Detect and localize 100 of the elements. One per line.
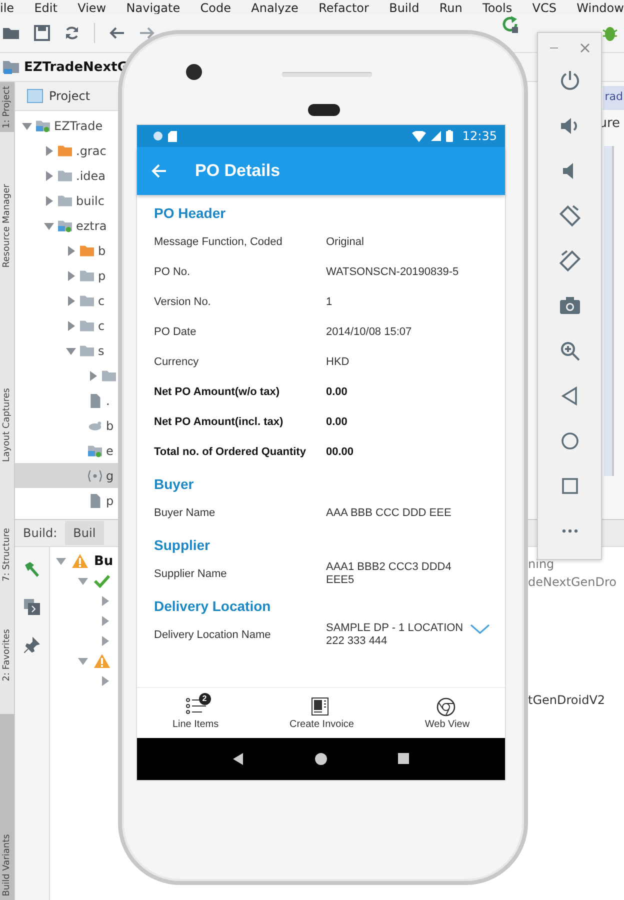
- tree-item[interactable]: p: [15, 488, 118, 513]
- collapse-arrow-icon[interactable]: [44, 170, 54, 180]
- project-breadcrumb[interactable]: EZTradeNextG: [24, 60, 128, 74]
- folder-icon: [58, 168, 72, 182]
- back-icon[interactable]: [232, 753, 244, 765]
- tool-window-tab[interactable]: Build Variants: [0, 714, 14, 900]
- overview-icon[interactable]: [398, 753, 410, 765]
- tool-window-tab[interactable]: Layout Captures: [0, 384, 14, 466]
- menu-item[interactable]: Window: [576, 2, 624, 14]
- tree-item[interactable]: g: [15, 463, 118, 488]
- save-icon[interactable]: [34, 25, 50, 41]
- menu-item[interactable]: Run: [439, 2, 462, 14]
- collapse-arrow-icon[interactable]: [66, 320, 76, 330]
- collapse-arrow-icon[interactable]: [66, 246, 76, 256]
- collapse-arrow-icon[interactable]: [88, 370, 98, 380]
- tree-item[interactable]: p: [15, 263, 118, 288]
- tree-item[interactable]: .idea: [15, 163, 118, 188]
- tree-item[interactable]: s: [15, 338, 118, 363]
- rotate-right-icon[interactable]: [558, 250, 580, 272]
- sync-icon[interactable]: [64, 25, 80, 41]
- field-value: HKD: [326, 356, 350, 368]
- tree-item[interactable]: eztra: [15, 213, 118, 238]
- collapse-arrow-icon[interactable]: [44, 146, 54, 156]
- field-label: Delivery Location Name: [154, 629, 272, 641]
- tree-item[interactable]: b: [15, 413, 118, 438]
- tree-item[interactable]: EZTrade: [15, 113, 118, 138]
- field-value: WATSONSCN-20190839-5: [326, 266, 460, 278]
- battery-icon: [446, 130, 454, 142]
- expand-arrow-icon[interactable]: [66, 346, 76, 356]
- console-icon[interactable]: [24, 599, 40, 615]
- zoom-icon[interactable]: [558, 340, 580, 362]
- tool-window-tab[interactable]: Resource Manager: [0, 180, 14, 272]
- expand-arrow-icon[interactable]: [78, 656, 88, 666]
- field-value: 00.00: [326, 446, 355, 458]
- field-label: Total no. of Ordered Quantity: [154, 446, 307, 458]
- wifi-icon: [412, 130, 426, 142]
- tree-item[interactable]: c: [15, 288, 118, 313]
- tree-item[interactable]: .grac: [15, 138, 118, 163]
- rotate-left-icon[interactable]: [558, 205, 580, 227]
- collapse-arrow-icon[interactable]: [100, 636, 110, 646]
- home-icon[interactable]: [314, 753, 327, 765]
- collapse-arrow-icon[interactable]: [66, 270, 76, 280]
- menu-item[interactable]: Code: [200, 2, 231, 14]
- bottom-nav-item[interactable]: 2 Line Items: [166, 688, 225, 738]
- collapse-arrow-icon[interactable]: [44, 196, 54, 206]
- build-output-line: tGenDroidV2: [528, 693, 606, 709]
- build-tab[interactable]: Build:: [15, 521, 66, 545]
- menu-item[interactable]: View: [78, 2, 106, 14]
- warning-icon: [94, 654, 110, 668]
- menu-item[interactable]: VCS: [532, 2, 556, 14]
- expand-arrow-icon[interactable]: [22, 120, 32, 130]
- folder-icon[interactable]: [2, 25, 20, 41]
- bottom-nav-item[interactable]: Create Invoice: [284, 688, 360, 738]
- tool-window-tab[interactable]: 7: Structure: [0, 524, 14, 586]
- expand-arrow-icon[interactable]: [78, 576, 88, 586]
- tool-window-tab[interactable]: 2: Favorites: [0, 625, 14, 686]
- field-value: SAMPLE DP - 1 LOCATION 222 333 444: [326, 622, 464, 648]
- menu-item[interactable]: Edit: [34, 2, 58, 14]
- bottom-nav-item[interactable]: Web View: [418, 688, 476, 738]
- slider-track[interactable]: [604, 146, 614, 476]
- build-tab[interactable]: Buil: [65, 521, 104, 545]
- rerun-icon[interactable]: [502, 16, 520, 34]
- menu-item[interactable]: Tools: [482, 2, 512, 14]
- field-label: Supplier Name: [154, 568, 228, 580]
- hammer-icon[interactable]: [24, 561, 40, 577]
- close-icon[interactable]: [580, 43, 590, 53]
- chevron-down-icon[interactable]: [470, 624, 490, 634]
- field-label: Net PO Amount(w/o tax): [154, 386, 280, 398]
- tree-item[interactable]: .: [15, 388, 118, 413]
- forward-arrow-icon[interactable]: [139, 26, 155, 40]
- menu-item[interactable]: ile: [0, 2, 14, 14]
- folder-icon: [88, 444, 102, 458]
- view-selector[interactable]: Project: [49, 89, 90, 103]
- collapse-arrow-icon[interactable]: [100, 596, 110, 606]
- folder-icon: [58, 144, 72, 158]
- folder-icon: [80, 244, 94, 258]
- expand-arrow-icon[interactable]: [56, 556, 66, 566]
- elephant-icon: [88, 418, 102, 432]
- camera-icon[interactable]: [558, 295, 580, 317]
- pin-icon[interactable]: [24, 637, 40, 653]
- tree-item[interactable]: c: [15, 313, 118, 338]
- collapse-arrow-icon[interactable]: [100, 676, 110, 686]
- tool-window-tab[interactable]: 1: Project: [0, 82, 14, 132]
- menu-item[interactable]: Refactor: [318, 2, 369, 14]
- editor-tab[interactable]: rad: [602, 86, 624, 110]
- clock-time: 12:35: [462, 129, 497, 143]
- build-result-item[interactable]: Bu: [94, 554, 114, 568]
- tree-item[interactable]: b: [15, 238, 118, 263]
- menu-item[interactable]: Build: [389, 2, 420, 14]
- power-icon[interactable]: [558, 70, 580, 92]
- list-icon: [184, 696, 207, 716]
- field-label: PO No.: [154, 266, 192, 278]
- expand-arrow-icon[interactable]: [44, 220, 54, 230]
- bug-icon[interactable]: [602, 24, 618, 42]
- back-arrow-icon[interactable]: [109, 26, 125, 40]
- folder-icon: [36, 118, 50, 132]
- collapse-arrow-icon[interactable]: [100, 616, 110, 626]
- collapse-arrow-icon[interactable]: [66, 296, 76, 306]
- tree-item[interactable]: e: [15, 438, 118, 463]
- tree-item[interactable]: builc: [15, 188, 118, 213]
